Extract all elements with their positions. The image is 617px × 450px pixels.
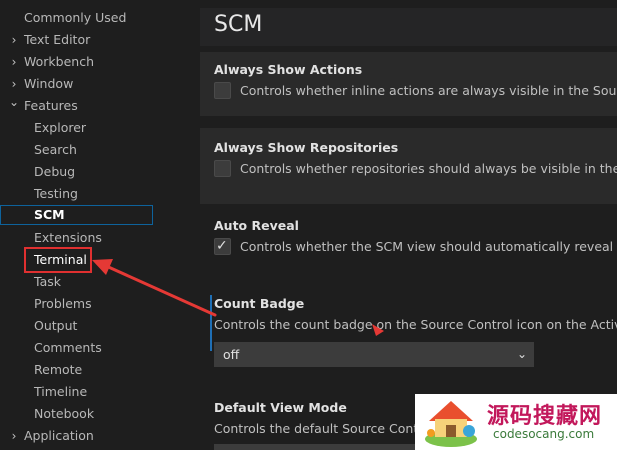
count-badge-select[interactable]: off ⌄ bbox=[214, 342, 534, 367]
setting-description: Controls the default Source Control bbox=[214, 421, 435, 436]
sidebar-item-timeline[interactable]: Timeline bbox=[34, 382, 87, 402]
sidebar-item-label: Extensions bbox=[34, 230, 102, 245]
house-logo-icon bbox=[425, 401, 477, 447]
sidebar-item-label: Terminal bbox=[34, 252, 87, 267]
sidebar-item-search[interactable]: Search bbox=[34, 140, 77, 160]
settings-editor: SCM Always Show Actions Controls whether… bbox=[200, 0, 617, 450]
sidebar-item-terminal[interactable]: Terminal bbox=[24, 247, 92, 273]
chevron-right-icon: › bbox=[11, 429, 17, 443]
always-show-repositories-checkbox[interactable] bbox=[214, 160, 231, 177]
sidebar-item-label: Debug bbox=[34, 164, 76, 179]
sidebar-item-output[interactable]: Output bbox=[34, 316, 77, 336]
sidebar-item-label: Explorer bbox=[34, 120, 87, 135]
section-header: SCM bbox=[200, 8, 617, 46]
sidebar-item-label: Window bbox=[24, 76, 74, 91]
sidebar-item-label: SCM bbox=[34, 207, 65, 222]
settings-window: Commonly Used › Text Editor › Workbench … bbox=[0, 0, 617, 450]
focus-indicator bbox=[210, 295, 212, 351]
select-value: off bbox=[223, 347, 240, 362]
watermark-url: codesocang.com bbox=[493, 427, 595, 441]
sidebar-item-remote[interactable]: Remote bbox=[34, 360, 82, 380]
setting-title: Always Show Repositories bbox=[214, 140, 399, 155]
sidebar-item-label: Output bbox=[34, 318, 78, 333]
setting-description: Controls whether repositories should alw… bbox=[240, 161, 617, 176]
sidebar-item-notebook[interactable]: Notebook bbox=[34, 404, 94, 424]
watermark: 源码搜藏网 codesocang.com bbox=[415, 394, 617, 450]
sidebar-item-testing[interactable]: Testing bbox=[34, 184, 78, 204]
sidebar-item-explorer[interactable]: Explorer bbox=[34, 118, 86, 138]
sidebar-item-task[interactable]: Task bbox=[34, 272, 61, 292]
always-show-actions-checkbox[interactable] bbox=[214, 82, 231, 99]
setting-always-show-actions: Always Show Actions Controls whether inl… bbox=[200, 52, 617, 116]
settings-toc-sidebar: Commonly Used › Text Editor › Workbench … bbox=[0, 0, 196, 450]
chevron-down-icon: ⌄ bbox=[8, 95, 20, 109]
sidebar-item-comments[interactable]: Comments bbox=[34, 338, 102, 358]
setting-title: Default View Mode bbox=[214, 400, 347, 415]
sidebar-item-commonly-used[interactable]: Commonly Used bbox=[24, 8, 126, 28]
setting-auto-reveal: Auto Reveal ✓ Controls whether the SCM v… bbox=[200, 208, 617, 278]
sidebar-item-label: Workbench bbox=[24, 54, 94, 69]
sidebar-item-debug[interactable]: Debug bbox=[34, 162, 75, 182]
page-title: SCM bbox=[214, 12, 263, 37]
sidebar-item-label: Commonly Used bbox=[24, 10, 127, 25]
setting-title: Auto Reveal bbox=[214, 218, 299, 233]
sidebar-item-label: Features bbox=[24, 98, 78, 113]
setting-description: Controls whether inline actions are alwa… bbox=[240, 83, 617, 98]
setting-title: Always Show Actions bbox=[214, 62, 363, 77]
sidebar-item-label: Comments bbox=[34, 340, 102, 355]
watermark-text: 源码搜藏网 bbox=[487, 404, 603, 429]
sidebar-item-label: Notebook bbox=[34, 406, 95, 421]
sidebar-item-label: Remote bbox=[34, 362, 83, 377]
sidebar-item-label: Timeline bbox=[34, 384, 88, 399]
sidebar-item-label: Search bbox=[34, 142, 77, 157]
setting-description: Controls whether the SCM view should aut… bbox=[240, 239, 617, 254]
sidebar-item-label: Task bbox=[34, 274, 61, 289]
sidebar-item-scm[interactable]: SCM bbox=[0, 205, 153, 225]
chevron-right-icon: › bbox=[11, 55, 17, 69]
sidebar-item-extensions[interactable]: Extensions bbox=[34, 228, 102, 248]
sidebar-item-label: Problems bbox=[34, 296, 92, 311]
sidebar-item-problems[interactable]: Problems bbox=[34, 294, 92, 314]
auto-reveal-checkbox[interactable]: ✓ bbox=[214, 238, 231, 255]
setting-description: Controls the count badge on the Source C… bbox=[214, 317, 617, 332]
chevron-down-icon: ⌄ bbox=[516, 347, 527, 361]
sidebar-item-label: Application bbox=[24, 428, 94, 443]
sidebar-item-label: Text Editor bbox=[24, 32, 91, 47]
chevron-right-icon: › bbox=[11, 77, 17, 91]
chevron-right-icon: › bbox=[11, 33, 17, 47]
setting-title: Count Badge bbox=[214, 296, 305, 311]
checkmark-icon: ✓ bbox=[216, 238, 228, 254]
setting-always-show-repositories: Always Show Repositories Controls whethe… bbox=[200, 128, 617, 204]
sidebar-item-label: Testing bbox=[34, 186, 78, 201]
